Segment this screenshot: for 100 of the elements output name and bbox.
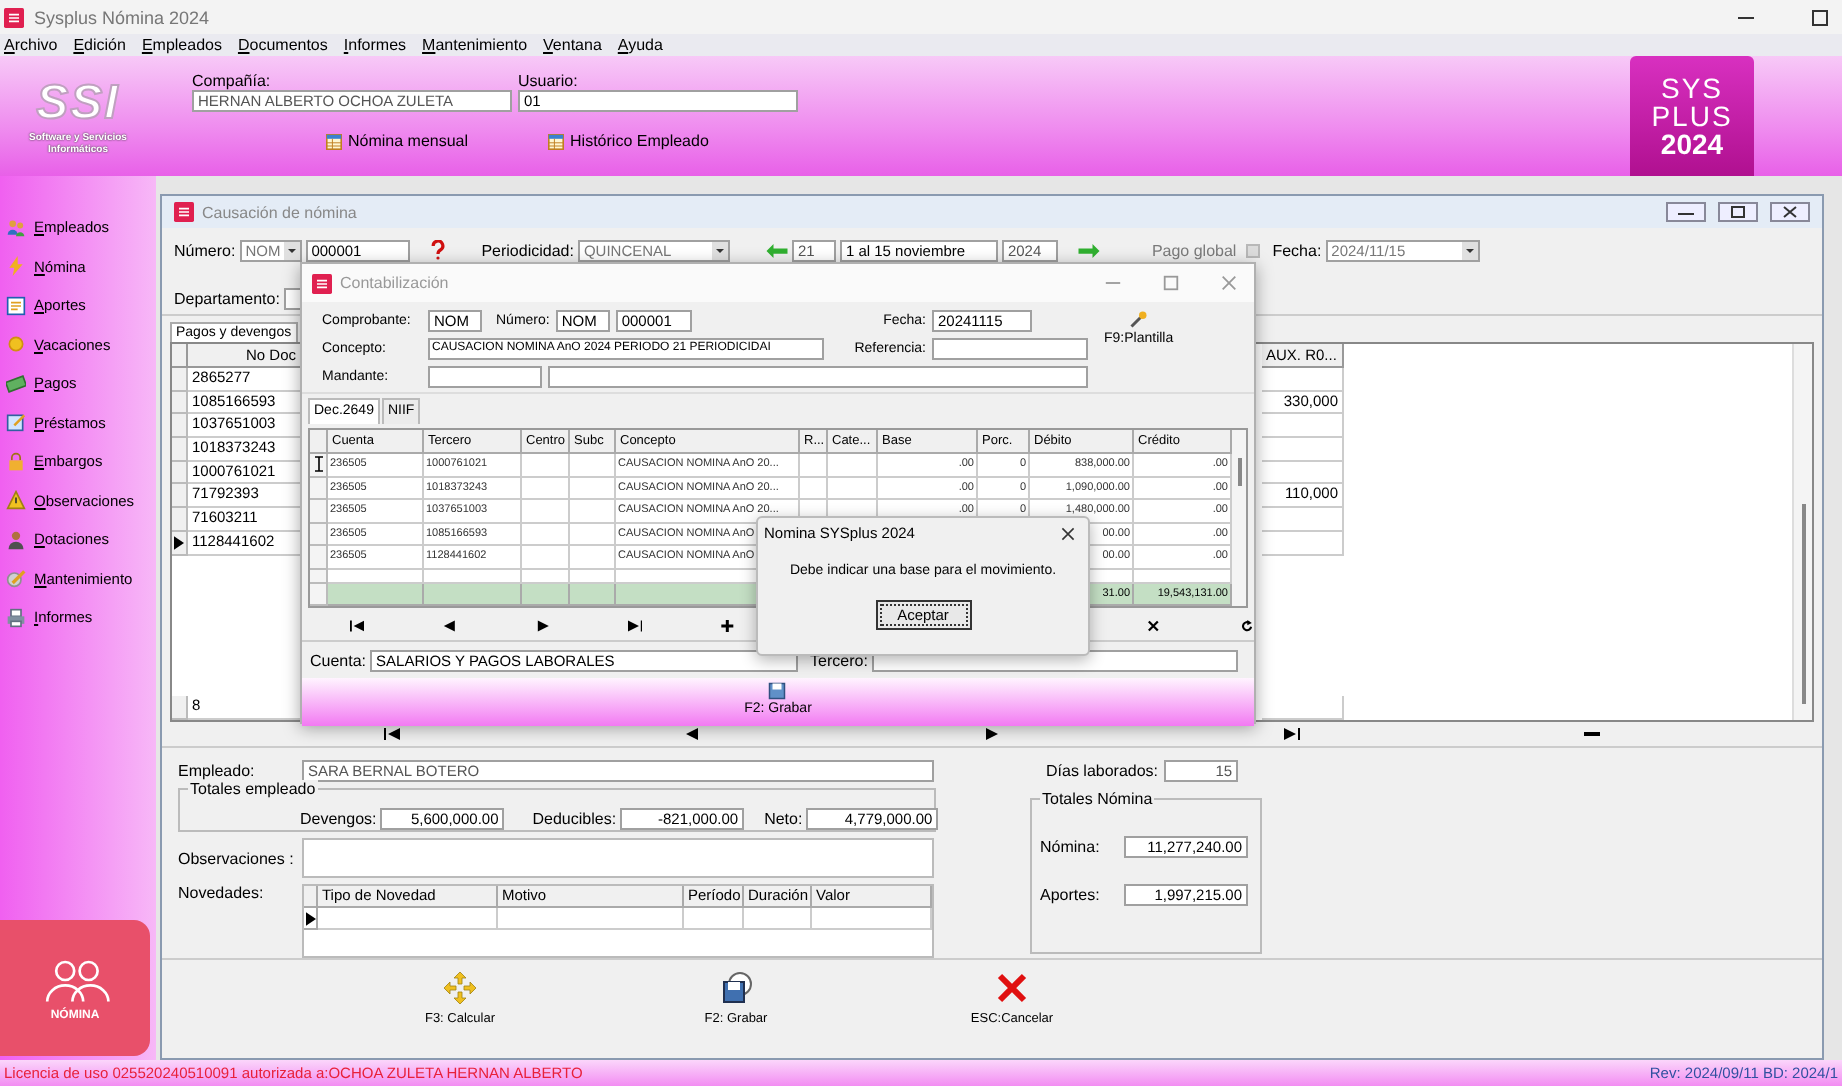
field-label: Deducibles: <box>532 809 617 827</box>
scrollbar[interactable] <box>1792 344 1812 720</box>
refresh-icon[interactable] <box>1239 620 1255 632</box>
total-cell <box>424 583 522 605</box>
sun-icon <box>6 334 26 355</box>
previous-icon[interactable] <box>442 620 458 632</box>
arrow-left-icon[interactable] <box>765 243 788 257</box>
menu-item[interactable]: Ayuda <box>617 36 663 54</box>
notes-field[interactable] <box>302 838 934 878</box>
field-label: Observaciones : <box>178 849 296 867</box>
first-icon[interactable] <box>350 620 365 632</box>
minus-icon[interactable] <box>1584 728 1600 740</box>
table-cell <box>744 908 812 930</box>
column-header <box>310 430 328 454</box>
reference-field[interactable] <box>932 338 1088 360</box>
menu-item[interactable]: Archivo <box>4 36 58 54</box>
maximize-icon[interactable] <box>1810 7 1830 27</box>
pencil-icon <box>6 568 26 589</box>
table-cell <box>1262 414 1344 439</box>
field-label: Empleado: <box>178 762 257 780</box>
total-cell <box>522 583 570 605</box>
menu-item[interactable]: Informes <box>343 36 407 54</box>
last-icon[interactable] <box>627 620 643 632</box>
table-cell <box>570 523 616 546</box>
field-label: Departamento: <box>174 289 280 307</box>
field-label: Neto: <box>764 809 803 827</box>
row-indicator[interactable] <box>304 908 318 930</box>
window-title: Causación de nómina <box>202 203 357 221</box>
logo-text: 2024 <box>1660 130 1724 158</box>
agent-code-field[interactable] <box>428 366 542 388</box>
toolbar-link[interactable]: Histórico Empleado <box>570 132 709 150</box>
x-icon[interactable] <box>1146 620 1162 632</box>
app-icon <box>174 202 194 222</box>
menu-item[interactable]: Empleados <box>141 36 222 54</box>
close-icon[interactable] <box>1060 525 1076 541</box>
warning-icon <box>6 490 26 511</box>
row-indicator[interactable] <box>172 531 188 555</box>
checkbox-label: Pago global <box>1151 241 1237 259</box>
group-title: Totales empleado <box>188 780 318 798</box>
table-cell <box>522 523 570 546</box>
person-icon <box>6 529 26 550</box>
save-icon <box>768 682 787 700</box>
app-icon <box>312 273 332 293</box>
table-cell <box>1262 531 1344 555</box>
total-cell <box>570 583 616 605</box>
wrench-icon <box>1129 310 1148 328</box>
field-label: Aportes: <box>1040 886 1100 904</box>
group-title: Totales Nómina <box>1040 790 1155 808</box>
padlock-icon <box>6 451 26 472</box>
table-cell <box>570 500 616 523</box>
table-cell <box>1262 508 1344 532</box>
save-icon <box>720 972 752 1004</box>
toolbar-link[interactable]: Nómina mensual <box>348 132 469 150</box>
cancel-icon <box>996 972 1028 1004</box>
spreadsheet-icon <box>326 133 342 149</box>
window-title: Contabilización <box>340 274 449 292</box>
arrows-icon <box>444 972 476 1004</box>
window-title: Sysplus Nómina 2024 <box>34 7 210 27</box>
table-cell <box>1262 696 1344 720</box>
scrollbar[interactable] <box>1232 430 1246 606</box>
total-cell <box>328 583 424 605</box>
minimize-icon[interactable] <box>1666 202 1706 222</box>
people-icon <box>6 217 26 238</box>
plus-icon[interactable] <box>720 620 736 632</box>
help-icon[interactable] <box>429 240 446 260</box>
lightning-icon <box>6 256 26 277</box>
table-cell <box>684 908 744 930</box>
logo-text: PLUS <box>1651 102 1733 130</box>
field-label: Fecha: <box>1272 241 1322 259</box>
table-cell <box>522 546 570 569</box>
logo-text: SSI <box>36 76 120 132</box>
document-icon <box>6 295 26 316</box>
close-icon[interactable] <box>1770 202 1810 222</box>
field-label: Nómina: <box>1040 838 1100 856</box>
table-cell <box>522 454 570 477</box>
field-label: Cuenta: <box>310 651 367 669</box>
table-cell <box>522 500 570 523</box>
menu-item[interactable]: Mantenimiento <box>422 36 528 54</box>
current-row-icon <box>174 535 184 550</box>
banknote-icon <box>6 373 26 394</box>
first-icon[interactable] <box>384 728 400 740</box>
field-label: Compañía: <box>192 72 273 90</box>
department-field[interactable] <box>283 287 302 309</box>
spreadsheet-icon <box>548 133 565 149</box>
table-cell <box>1262 461 1344 485</box>
last-icon[interactable] <box>1284 728 1300 740</box>
field-label: Número: <box>174 241 236 259</box>
menu-item[interactable]: Ventana <box>543 36 602 54</box>
restore-icon[interactable] <box>1718 202 1758 222</box>
table-cell <box>828 454 878 477</box>
agent-name-field[interactable] <box>548 366 1088 388</box>
menu-item[interactable]: Documentos <box>237 36 328 54</box>
field-label: Devengos: <box>300 809 377 827</box>
arrow-right-icon[interactable] <box>1077 243 1100 257</box>
table-cell <box>1262 438 1344 462</box>
next-icon[interactable] <box>535 620 550 632</box>
table-cell <box>570 477 616 500</box>
table-cell <box>522 477 570 500</box>
row-indicator[interactable] <box>310 454 328 477</box>
menu-item[interactable]: Edición <box>73 36 126 54</box>
